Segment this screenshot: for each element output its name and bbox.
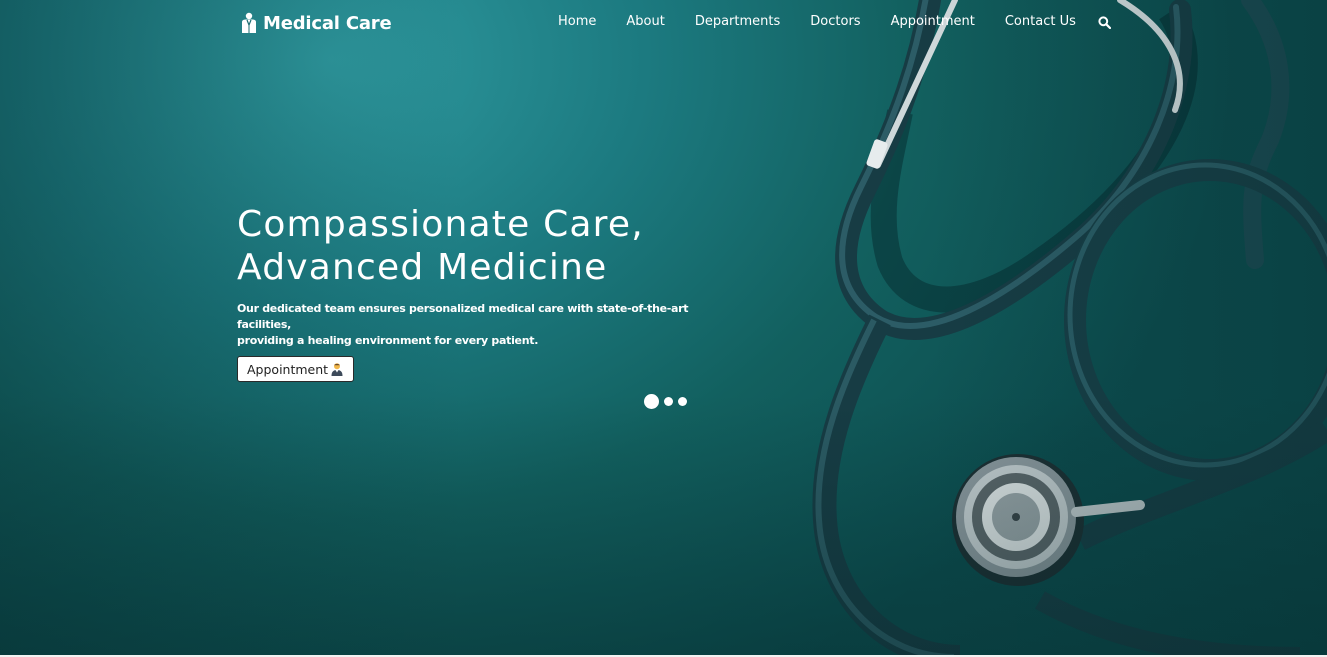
nav-link-about[interactable]: About bbox=[626, 14, 664, 29]
brand-logo[interactable]: Medical Care bbox=[238, 10, 392, 36]
hero-description: Our dedicated team ensures personalized … bbox=[237, 301, 717, 349]
nav-link-doctors[interactable]: Doctors bbox=[810, 14, 860, 29]
nav-link-departments[interactable]: Departments bbox=[695, 14, 780, 29]
navbar: Medical Care Home About Departments Doct… bbox=[0, 0, 1327, 46]
hero-headline: Compassionate Care, Advanced Medicine bbox=[237, 203, 644, 289]
slider-indicators bbox=[644, 394, 687, 409]
slider-dot-1[interactable] bbox=[644, 394, 659, 409]
appointment-button-label: Appointment bbox=[247, 361, 329, 377]
hero-description-line1: Our dedicated team ensures personalized … bbox=[237, 302, 689, 331]
hero-headline-line1: Compassionate Care, bbox=[237, 204, 644, 245]
hero-headline-line2: Advanced Medicine bbox=[237, 247, 608, 288]
nav-link-home[interactable]: Home bbox=[558, 14, 596, 29]
health-worker-icon bbox=[331, 363, 343, 376]
appointment-button[interactable]: Appointment bbox=[237, 356, 355, 382]
slider-dot-2[interactable] bbox=[664, 397, 673, 406]
main-menu: Home About Departments Doctors Appointme… bbox=[558, 14, 1111, 29]
doctor-coat-icon bbox=[242, 12, 256, 33]
nav-link-appointment[interactable]: Appointment bbox=[891, 14, 975, 29]
slider-dot-3[interactable] bbox=[678, 397, 687, 406]
hero-section: Medical Care Home About Departments Doct… bbox=[0, 0, 1327, 657]
nav-link-contact[interactable]: Contact Us bbox=[1005, 14, 1076, 29]
hero-description-line2: providing a healing environment for ever… bbox=[237, 334, 539, 347]
search-icon[interactable] bbox=[1098, 16, 1111, 29]
brand-name: Medical Care bbox=[263, 12, 392, 34]
